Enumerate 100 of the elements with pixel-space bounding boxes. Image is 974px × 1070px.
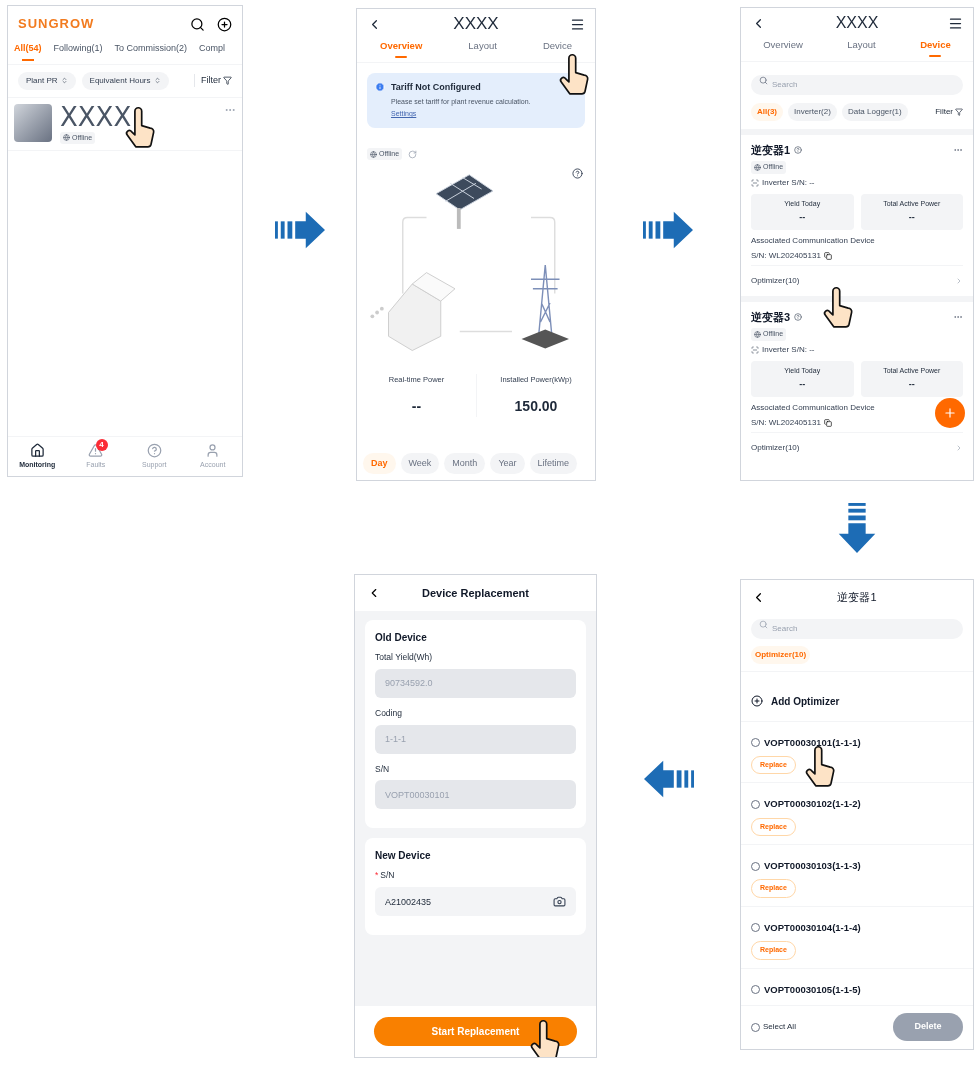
section-title: New Device [375, 849, 432, 864]
add-button[interactable] [935, 398, 965, 428]
stat-value: 150.00 [514, 396, 558, 416]
stat-value: -- [411, 396, 422, 416]
period-chip[interactable]: Year [490, 452, 525, 474]
alert-title: Tariff Not Configured [391, 81, 482, 95]
metric-value: -- [799, 378, 806, 392]
sort-chip[interactable]: Equivalent Hours [81, 71, 169, 90]
period-chip[interactable]: Day [363, 452, 396, 474]
period-chip[interactable]: Week [400, 452, 440, 474]
right-arrow [274, 211, 325, 249]
plus-icon [943, 406, 957, 420]
field-label: Coding [375, 706, 402, 720]
optimizer-name: VOPT00030105(1-1-5) [764, 982, 861, 997]
search-field[interactable]: Search [751, 618, 963, 639]
sort-icon [153, 77, 161, 84]
input-field[interactable]: A21002435 [375, 887, 576, 916]
period-chip[interactable]: Lifetime [529, 452, 578, 474]
nav-icon [146, 442, 162, 458]
radio-button[interactable] [751, 738, 760, 748]
funnel-icon [223, 76, 232, 85]
tab[interactable]: Compl [199, 42, 226, 61]
left-arrow [643, 760, 694, 798]
tab[interactable]: Device [920, 38, 951, 58]
add-optimizer-button[interactable]: Add Optimizer [741, 671, 973, 722]
tab[interactable]: Layout [468, 39, 497, 59]
period-chip[interactable]: Month [444, 452, 486, 474]
chevron-right-icon [955, 443, 963, 452]
right-arrow [643, 211, 693, 249]
section-title: Old Device [375, 631, 428, 645]
chevron-right-icon [955, 276, 963, 285]
optimizer-name: VOPT00030102(1-1-2) [764, 797, 861, 812]
filter-button[interactable]: Filter [935, 105, 963, 118]
copy-icon[interactable] [823, 251, 832, 260]
comm-serial: S/N: WL202405131 [751, 416, 821, 429]
plant-name[interactable]: XXXX [60, 103, 216, 130]
optimizer-link[interactable]: Optimizer(10) [751, 431, 963, 463]
help-icon[interactable] [572, 168, 583, 180]
search-icon[interactable] [190, 16, 205, 32]
nav-icon [29, 442, 45, 458]
filter-chip[interactable]: Optimizer(10) [751, 645, 811, 664]
screen-title: XXXX [835, 13, 879, 33]
hand-pointer-icon [528, 1019, 562, 1057]
device-name: 逆变器3 [751, 309, 791, 325]
tab[interactable]: To Commission(2) [114, 42, 188, 61]
tab[interactable]: Following(1) [53, 42, 103, 61]
device-icon [751, 345, 759, 354]
tab[interactable]: Overview [380, 39, 423, 59]
photo-placeholder [14, 103, 52, 142]
device-name: 逆变器1 [751, 142, 791, 158]
nav-icon [88, 442, 104, 458]
menu-icon[interactable] [570, 16, 585, 32]
help-icon[interactable] [794, 146, 803, 154]
globe-icon [754, 164, 761, 171]
add-icon[interactable] [217, 16, 232, 32]
search-icon [759, 75, 768, 85]
filter-button[interactable]: Filter [194, 73, 232, 88]
select-all-label[interactable]: Select All [763, 1021, 796, 1033]
radio-button[interactable] [751, 1022, 760, 1032]
menu-icon[interactable] [948, 15, 963, 31]
logo: SUNGROW [18, 15, 95, 34]
camera-icon[interactable] [553, 895, 566, 908]
refresh-icon[interactable] [408, 149, 418, 159]
nav-icon [205, 442, 221, 458]
filter-chip[interactable]: Inverter(2) [788, 102, 837, 121]
radio-button[interactable] [751, 861, 760, 871]
field-label: S/N [380, 869, 395, 882]
down-arrow [838, 502, 876, 553]
optimizer-name: VOPT00030101(1-1-1) [764, 735, 861, 750]
required-mark: * [375, 869, 379, 882]
device-icon [751, 178, 759, 187]
funnel-icon [955, 107, 963, 116]
help-icon[interactable] [794, 313, 803, 321]
search-icon [759, 619, 768, 629]
screen-title: XXXX [453, 13, 499, 36]
filter-chip[interactable]: All(3) [751, 102, 783, 121]
globe-icon [754, 331, 761, 338]
serial-text: Inverter S/N: -- [762, 176, 815, 189]
screen-title: 逆变器1 [836, 589, 878, 605]
copy-icon[interactable] [823, 418, 832, 427]
sort-chip[interactable]: Plant PR [18, 71, 76, 90]
field-label: S/N [375, 762, 390, 776]
filter-chip[interactable]: Data Logger(1) [841, 102, 908, 121]
tab[interactable]: Overview [763, 38, 803, 58]
tab[interactable]: Layout [847, 38, 876, 58]
radio-button[interactable] [751, 923, 760, 933]
radio-button[interactable] [751, 985, 760, 995]
sort-icon [60, 77, 68, 84]
radio-button[interactable] [751, 799, 760, 809]
globe-icon [63, 134, 70, 142]
metric-value: -- [908, 378, 915, 392]
metric-value: -- [908, 211, 915, 225]
info-icon [375, 82, 385, 93]
start-replacement-button[interactable]: Start Replacement [374, 1017, 577, 1046]
serial-text: Inverter S/N: -- [762, 343, 815, 356]
field-label: Total Yield(Wh) [375, 651, 433, 664]
search-field[interactable]: Search [751, 74, 963, 95]
optimizer-name: VOPT00030103(1-1-3) [764, 859, 861, 873]
comm-device-label: Associated Communication Device [751, 401, 875, 414]
tab[interactable]: All(54) [14, 42, 42, 61]
